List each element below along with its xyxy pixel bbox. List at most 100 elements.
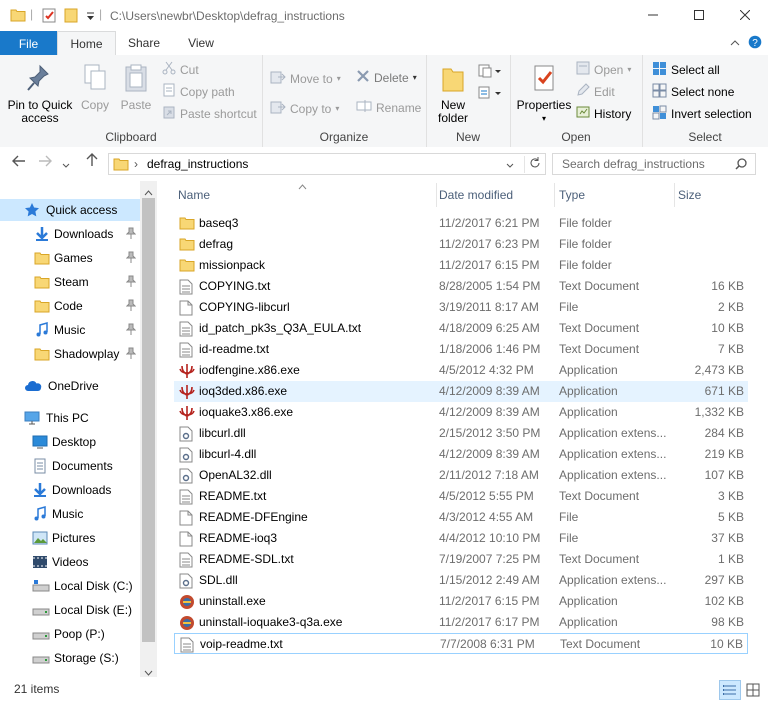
sidebar-item-games[interactable]: Games <box>0 247 140 269</box>
sidebar-item-documents[interactable]: Documents <box>0 455 140 477</box>
history-dropdown-icon[interactable] <box>506 158 514 172</box>
up-icon[interactable] <box>86 153 98 170</box>
copy-to-button[interactable]: Copy to ▾ <box>270 99 339 118</box>
file-row[interactable]: defrag 11/2/2017 6:23 PM File folder <box>174 234 748 255</box>
file-row[interactable]: OpenAL32.dll 2/11/2012 7:18 AM Application… <box>174 465 748 486</box>
nav-onedrive[interactable]: OneDrive <box>0 375 140 397</box>
rename-button[interactable]: Rename <box>356 99 421 116</box>
invert-selection-button[interactable]: Invert selection <box>652 105 752 123</box>
properties-quick-icon[interactable] <box>42 8 56 26</box>
delete-button[interactable]: Delete ▾ <box>356 69 417 86</box>
search-input[interactable]: Search defrag_instructions <box>562 157 705 171</box>
sidebar-item-shadowplay[interactable]: Shadowplay <box>0 343 140 365</box>
address-path[interactable]: defrag_instructions <box>147 157 248 171</box>
sidebar-item-poop-p[interactable]: Poop (P:) <box>0 623 140 645</box>
sidebar-item-local-disk-e[interactable]: Local Disk (E:) <box>0 599 140 621</box>
file-row[interactable]: voip-readme.txt 7/7/2008 6:31 PM Text Docu… <box>174 633 748 654</box>
sidebar-item-local-disk-c[interactable]: Local Disk (C:) <box>0 575 140 597</box>
paste-shortcut-button[interactable]: Paste shortcut <box>162 105 257 122</box>
sidebar-item-music[interactable]: Music <box>0 503 140 525</box>
sidebar-item-code[interactable]: Code <box>0 295 140 317</box>
sidebar-item-music[interactable]: Music <box>0 319 140 341</box>
file-row[interactable]: README-DFEngine 4/3/2012 4:55 AM File 5 KB <box>174 507 748 528</box>
file-row[interactable]: COPYING.txt 8/28/2005 1:54 PM Text Documen… <box>174 276 748 297</box>
pin-icon <box>125 347 137 362</box>
sidebar-item-downloads[interactable]: Downloads <box>0 479 140 501</box>
back-icon[interactable] <box>12 154 26 170</box>
new-folder-quick-icon[interactable] <box>64 8 78 26</box>
file-row[interactable]: ioq3ded.x86.exe 4/12/2009 8:39 AM Applicat… <box>174 381 748 402</box>
sidebar-item-videos[interactable]: Videos <box>0 551 140 573</box>
file-row[interactable]: uninstall.exe 11/2/2017 6:15 PM Applicatio… <box>174 591 748 612</box>
file-size: 37 KB <box>711 531 744 545</box>
paste-button[interactable]: Paste <box>116 63 156 112</box>
details-view-button[interactable] <box>719 680 741 700</box>
file-row[interactable]: libcurl-4.dll 4/12/2009 8:39 AM Applicatio… <box>174 444 748 465</box>
new-item-icon[interactable] <box>478 63 502 82</box>
nav-scrollbar[interactable] <box>140 181 157 677</box>
file-date: 11/2/2017 6:17 PM <box>439 615 540 629</box>
pin-quick-access-button[interactable]: Pin to Quick access <box>4 63 76 125</box>
file-row[interactable]: README-SDL.txt 7/19/2007 7:25 PM Text Docu… <box>174 549 748 570</box>
file-type: Application <box>559 615 618 629</box>
sidebar-item-storage-s[interactable]: Storage (S:) <box>0 647 140 669</box>
ribbon: Pin to Quick access Copy Paste Cut Copy … <box>0 55 768 148</box>
easy-access-icon[interactable] <box>478 85 502 104</box>
customize-quick-access-icon[interactable] <box>86 10 95 24</box>
refresh-icon[interactable] <box>524 156 541 173</box>
search-field[interactable]: Search defrag_instructions <box>552 153 756 175</box>
file-row[interactable]: README.txt 4/5/2012 5:55 PM Text Document 3… <box>174 486 748 507</box>
file-row[interactable]: uninstall-ioquake3-q3a.exe 11/2/2017 6:17… <box>174 612 748 633</box>
tab-home[interactable]: Home <box>57 31 116 56</box>
file-row[interactable]: id-readme.txt 1/18/2006 1:46 PM Text Docum… <box>174 339 748 360</box>
large-icons-view-button[interactable] <box>742 680 764 700</box>
new-folder-button[interactable]: New folder <box>432 63 474 125</box>
copy-button[interactable]: Copy <box>76 63 114 112</box>
file-row[interactable]: ioquake3.x86.exe 4/12/2009 8:39 AM Applica… <box>174 402 748 423</box>
file-type: Application <box>559 405 618 419</box>
column-header-size[interactable]: Size <box>674 183 752 207</box>
nav-this-pc[interactable]: This PC <box>0 407 140 429</box>
file-row[interactable]: baseq3 11/2/2017 6:21 PM File folder <box>174 213 748 234</box>
move-to-button[interactable]: Move to ▾ <box>270 69 341 88</box>
expand-ribbon-icon[interactable] <box>730 37 740 51</box>
scrollbar-thumb[interactable] <box>142 198 155 642</box>
file-row[interactable]: iodfengine.x86.exe 4/5/2012 4:32 PM Applic… <box>174 360 748 381</box>
select-all-button[interactable]: Select all <box>652 61 720 79</box>
address-field[interactable]: › defrag_instructions <box>108 153 546 175</box>
properties-button[interactable]: Properties ▾ <box>516 63 572 125</box>
select-none-button[interactable]: Select none <box>652 83 734 101</box>
open-icon <box>576 61 590 78</box>
open-button[interactable]: Open ▾ <box>576 61 631 78</box>
chevron-right-icon[interactable]: › <box>134 157 138 171</box>
file-row[interactable]: missionpack 11/2/2017 6:15 PM File folder <box>174 255 748 276</box>
search-icon[interactable] <box>735 158 747 173</box>
maximize-button[interactable] <box>676 0 722 30</box>
forward-icon[interactable] <box>38 154 52 170</box>
tab-file[interactable]: File <box>0 31 57 56</box>
column-header-date[interactable]: Date modified <box>435 183 555 207</box>
column-header-name[interactable]: Name <box>174 183 437 207</box>
file-row[interactable]: README-ioq3 4/4/2012 10:10 PM File 37 KB <box>174 528 748 549</box>
sidebar-item-downloads[interactable]: Downloads <box>0 223 140 245</box>
file-row[interactable]: SDL.dll 1/15/2012 2:49 AM Application exte… <box>174 570 748 591</box>
close-button[interactable] <box>722 0 768 30</box>
copy-path-button[interactable]: Copy path <box>162 83 235 100</box>
edit-button[interactable]: Edit <box>576 83 615 100</box>
tab-view[interactable]: View <box>175 31 227 55</box>
file-row[interactable]: libcurl.dll 2/15/2012 3:50 PM Application … <box>174 423 748 444</box>
sidebar-item-pictures[interactable]: Pictures <box>0 527 140 549</box>
file-row[interactable]: COPYING-libcurl 3/19/2011 8:17 AM File 2 KB <box>174 297 748 318</box>
minimize-button[interactable] <box>630 0 676 30</box>
cut-button[interactable]: Cut <box>162 61 199 78</box>
file-row[interactable]: id_patch_pk3s_Q3A_EULA.txt 4/18/2009 6:25… <box>174 318 748 339</box>
column-header-type[interactable]: Type <box>555 183 675 207</box>
recent-locations-icon[interactable] <box>62 156 70 172</box>
scroll-up-icon[interactable] <box>144 185 153 199</box>
nav-quick-access[interactable]: Quick access <box>0 199 140 221</box>
tab-share[interactable]: Share <box>118 31 170 55</box>
sidebar-item-steam[interactable]: Steam <box>0 271 140 293</box>
sidebar-item-desktop[interactable]: Desktop <box>0 431 140 453</box>
history-button[interactable]: History <box>576 105 631 122</box>
help-icon[interactable]: ? <box>748 35 762 52</box>
